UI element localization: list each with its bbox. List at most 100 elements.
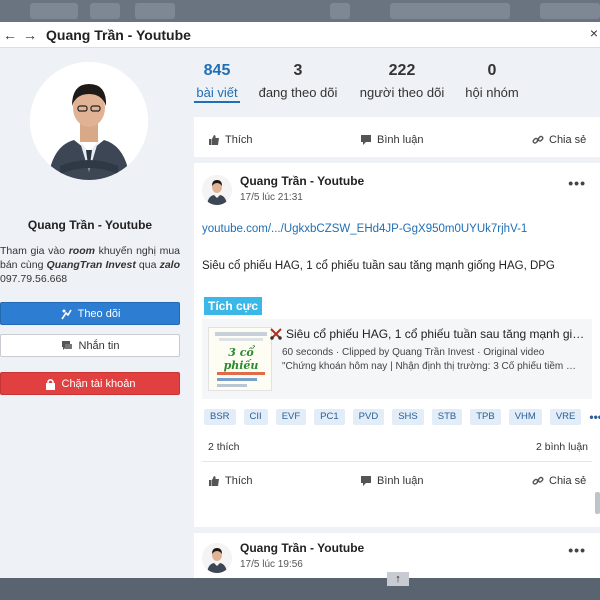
- post-author-name[interactable]: Quang Trần - Youtube: [240, 541, 364, 555]
- bio-phone: 097.79.56.668: [0, 273, 68, 285]
- share-label: Chia sẻ: [549, 475, 587, 487]
- divider: [202, 461, 592, 462]
- post-author-name[interactable]: Quang Trần - Youtube: [240, 174, 364, 188]
- video-preview[interactable]: 3 cổ phiếu Siêu cổ phiếu HAG, 1 cổ phiếu…: [202, 319, 592, 399]
- ticker-tag[interactable]: PVD: [352, 409, 385, 425]
- profile-modal: ← → Quang Trần - Youtube × Quang Trần - …: [0, 22, 600, 586]
- ticker-tag[interactable]: VHM: [508, 409, 542, 425]
- ticker-tag[interactable]: TPB: [470, 409, 501, 425]
- modal-title: Quang Trần - Youtube: [46, 26, 191, 43]
- post-link[interactable]: youtube.com/.../UgkxbCZSW_EHd4JP-GgX950m…: [202, 223, 527, 235]
- close-icon[interactable]: ×: [590, 25, 598, 41]
- like-count[interactable]: 2 thích: [208, 441, 240, 453]
- preview-description: "Chứng khoán hôm nay | Nhận định thị trư…: [282, 361, 577, 372]
- ticker-tag[interactable]: BSR: [204, 409, 236, 425]
- ticker-tag[interactable]: SHS: [392, 409, 424, 425]
- back-arrow-icon[interactable]: ←: [0, 25, 20, 45]
- link-icon: [532, 135, 544, 144]
- stat-value: 0: [487, 62, 497, 79]
- bio-room: room: [68, 245, 95, 257]
- profile-bio: Tham gia vào room khuyến nghị mua bán cù…: [0, 244, 180, 286]
- share-label: Chia sẻ: [549, 134, 587, 146]
- stat-groups[interactable]: 0 hội nhóm: [462, 62, 522, 100]
- ticker-tag[interactable]: VRE: [549, 409, 582, 425]
- like-button[interactable]: Thích: [208, 475, 253, 487]
- stat-label: đang theo dõi: [258, 85, 338, 100]
- background-tab: [30, 3, 78, 19]
- comment-button[interactable]: Bình luận: [360, 134, 423, 146]
- block-account-button[interactable]: Chặn tài khoản: [0, 372, 180, 395]
- lock-icon: [45, 378, 55, 390]
- stat-value: 3: [293, 62, 303, 79]
- background-button: [330, 3, 350, 19]
- background-button: [540, 3, 600, 19]
- background-tab: [90, 3, 120, 19]
- stat-following[interactable]: 3 đang theo dõi: [254, 62, 342, 100]
- stat-label: bài viết: [194, 85, 240, 103]
- video-thumbnail: 3 cổ phiếu: [208, 327, 272, 391]
- thumbnail-text: 3 cổ phiếu: [223, 346, 259, 372]
- preview-title: Siêu cổ phiếu HAG, 1 cổ phiếu tuần sau t…: [286, 327, 586, 341]
- post-timestamp: 17/5 lúc 19:56: [240, 559, 303, 570]
- author-portrait-image: [202, 175, 232, 205]
- stat-label: người theo dõi: [359, 85, 445, 100]
- message-label: Nhắn tin: [78, 339, 120, 352]
- stat-posts[interactable]: 845 bài viết: [194, 62, 240, 103]
- ticker-tag[interactable]: PC1: [314, 409, 345, 425]
- link-icon: [532, 476, 544, 485]
- preview-meta: 60 seconds · Clipped by Quang Trần Inves…: [282, 347, 545, 358]
- follow-button[interactable]: Theo dõi: [0, 302, 180, 325]
- share-button[interactable]: Chia sẻ: [532, 134, 586, 146]
- follow-icon: [60, 309, 72, 319]
- sentiment-badge: Tích cực: [204, 297, 263, 315]
- ticker-tag[interactable]: CII: [243, 409, 268, 425]
- like-button[interactable]: Thích: [208, 134, 253, 146]
- scrollbar-thumb[interactable]: [595, 492, 600, 514]
- like-label: Thích: [225, 475, 253, 487]
- post-author-avatar[interactable]: [202, 543, 232, 573]
- stat-followers[interactable]: 222 người theo dõi: [354, 62, 450, 100]
- bio-text: qua: [135, 259, 160, 271]
- comment-label: Bình luận: [377, 475, 424, 487]
- ticker-tag[interactable]: EVF: [275, 409, 307, 425]
- post-more-icon[interactable]: •••: [568, 542, 586, 558]
- message-button[interactable]: Nhắn tin: [0, 334, 180, 357]
- post-more-icon[interactable]: •••: [568, 175, 586, 191]
- post-text: Siêu cổ phiếu HAG, 1 cổ phiếu tuần sau t…: [202, 260, 555, 272]
- comment-count[interactable]: 2 bình luận: [536, 441, 588, 453]
- profile-panel: Quang Trần - Youtube Tham gia vào room k…: [0, 48, 190, 578]
- ticker-tag[interactable]: STB: [431, 409, 463, 425]
- post-author-avatar[interactable]: [202, 175, 232, 205]
- scroll-to-top-button[interactable]: ↑: [387, 572, 409, 586]
- share-button[interactable]: Chia sẻ: [532, 475, 586, 487]
- stat-value: 845: [203, 62, 231, 79]
- background-tab: [135, 3, 175, 19]
- tickers-more-icon[interactable]: •••: [589, 410, 600, 424]
- author-portrait-image: [202, 543, 232, 573]
- post-actions: Thích Bình luận Chia sẻ: [194, 464, 600, 498]
- comment-icon: [361, 476, 371, 486]
- ticker-list: BSR CII EVF PC1 PVD SHS STB TPB VHM VRE …: [204, 409, 600, 425]
- avatar: [30, 62, 148, 180]
- post-counts: 2 thích 2 bình luận: [208, 441, 588, 453]
- post-card: Quang Trần - Youtube 17/5 lúc 21:31 ••• …: [194, 163, 600, 527]
- comment-label: Bình luận: [377, 134, 424, 146]
- post-feed: Thích Bình luận Chia sẻ Quang Trần - You…: [194, 117, 600, 578]
- background-search: [390, 3, 510, 19]
- block-label: Chặn tài khoản: [61, 377, 136, 390]
- comment-icon: [361, 135, 371, 145]
- stat-value: 222: [388, 62, 416, 79]
- chat-icon: [61, 340, 72, 350]
- bio-text: Tham gia vào: [0, 245, 69, 257]
- avatar-portrait-image: [30, 62, 148, 180]
- comment-button[interactable]: Bình luận: [360, 475, 423, 487]
- post-timestamp: 17/5 lúc 21:31: [240, 192, 303, 203]
- profile-stats: 845 bài viết 3 đang theo dõi 222 người t…: [194, 48, 600, 114]
- profile-name: Quang Trần - Youtube: [27, 218, 153, 232]
- bio-zalo: zalo: [159, 259, 180, 271]
- bio-brand: QuangTran Invest: [46, 259, 136, 271]
- forward-arrow-icon[interactable]: →: [20, 25, 40, 45]
- modal-header: ← → Quang Trần - Youtube ×: [0, 22, 600, 48]
- scissors-icon: [270, 328, 282, 340]
- background-statusbar: [0, 578, 600, 600]
